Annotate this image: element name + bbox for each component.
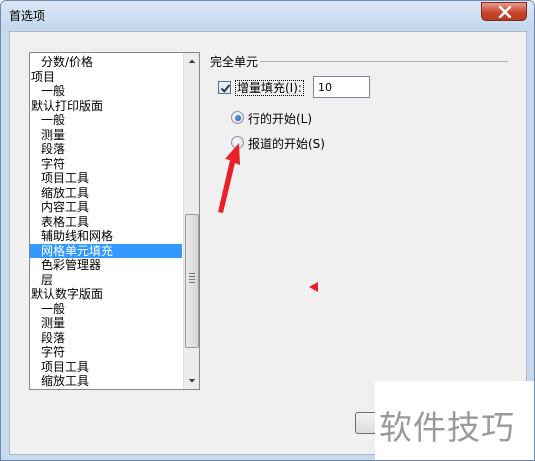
annotation-arrow (218, 143, 240, 213)
preferences-window: 首选项 分数/价格 项目 一般 默认打印版面 一般 测量 段落 字符 项目工具 缩放工具 内容工具表… (0, 0, 535, 461)
watermark-box: 软件技巧 (375, 381, 534, 460)
watermark-text: 软件技巧 (379, 408, 515, 447)
annotation-pointer-marker (309, 282, 318, 292)
